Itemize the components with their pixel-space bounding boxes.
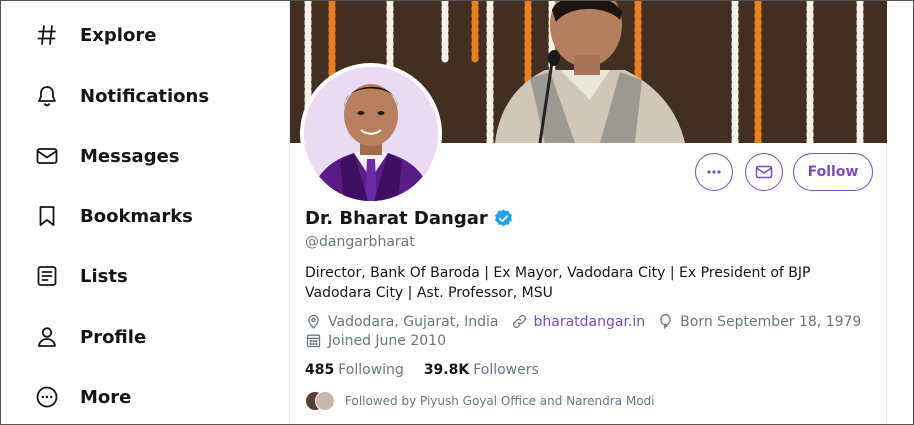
sidebar-item-label: Profile [80, 326, 147, 348]
profile-joined-row: Joined June 2010 [305, 332, 458, 349]
birthday-item: Born September 18, 1979 [657, 313, 861, 330]
profile-name-row: Dr. Bharat Dangar [305, 208, 514, 229]
followers-label: Followers [473, 362, 539, 378]
list-icon [34, 263, 60, 289]
website-link[interactable]: bharatdangar.in [534, 314, 646, 330]
sidebar-item-notifications[interactable]: Notifications [20, 73, 223, 119]
more-circle-icon [34, 384, 60, 410]
location-pin-icon [308, 314, 319, 329]
followed-by-row[interactable]: Followed by Piyush Goyal Office and Nare… [305, 391, 655, 411]
sidebar-item-more[interactable]: More [20, 374, 145, 420]
link-icon [512, 314, 526, 329]
sidebar-item-label: Bookmarks [80, 205, 193, 227]
location-item: Vadodara, Gujarat, India [305, 313, 499, 330]
envelope-icon [755, 165, 773, 179]
envelope-icon [34, 143, 60, 169]
followed-by-text: Followed by Piyush Goyal Office and Nare… [345, 394, 655, 408]
sidebar-item-label: More [80, 386, 132, 408]
follower-avatars [305, 391, 335, 411]
bookmark-icon [34, 203, 60, 229]
profile-handle: @dangarbharat [305, 234, 415, 250]
sidebar-item-label: Notifications [80, 85, 210, 107]
website-item: bharatdangar.in [511, 313, 646, 330]
followers-link[interactable]: 39.8K Followers [424, 362, 539, 378]
sidebar-item-profile[interactable]: Profile [20, 314, 160, 360]
sidebar-nav: Explore Notifications Messages Bookmarks… [0, 0, 289, 425]
profile-column: Follow Dr. Bharat Dangar @dangarbharat D… [289, 0, 887, 425]
following-count: 485 [305, 362, 335, 378]
bell-icon [34, 83, 60, 109]
person-icon [34, 324, 60, 350]
sidebar-item-lists[interactable]: Lists [20, 253, 142, 299]
follower-avatar [315, 391, 335, 411]
sidebar-item-label: Messages [80, 145, 180, 167]
profile-meta-row: Vadodara, Gujarat, India bharatdangar.in… [305, 313, 873, 330]
more-horizontal-icon [707, 170, 721, 174]
more-options-button[interactable] [695, 153, 733, 191]
joined-item: Joined June 2010 [305, 332, 446, 349]
sidebar-item-label: Explore [80, 24, 157, 46]
followers-count: 39.8K [423, 362, 470, 378]
birthday-text: Born September 18, 1979 [680, 313, 862, 330]
location-text: Vadodara, Gujarat, India [328, 313, 499, 330]
sidebar-item-explore[interactable]: Explore [20, 12, 170, 58]
following-link[interactable]: 485 Following [305, 362, 404, 378]
verified-badge-icon [494, 209, 512, 227]
display-name: Dr. Bharat Dangar [305, 208, 488, 229]
hashtag-icon [34, 22, 60, 48]
joined-text: Joined June 2010 [328, 332, 446, 349]
message-button[interactable] [745, 153, 783, 191]
balloon-icon [660, 313, 671, 329]
sidebar-item-bookmarks[interactable]: Bookmarks [20, 193, 207, 239]
following-label: Following [338, 362, 404, 378]
profile-avatar[interactable] [300, 63, 442, 205]
sidebar-item-label: Lists [80, 265, 128, 287]
follow-button[interactable]: Follow [793, 153, 873, 191]
follow-stats: 485 Following 39.8K Followers [305, 362, 559, 378]
profile-bio: Director, Bank Of Baroda | Ex Mayor, Vad… [305, 265, 811, 301]
calendar-icon [306, 334, 321, 348]
sidebar-item-messages[interactable]: Messages [20, 133, 194, 179]
